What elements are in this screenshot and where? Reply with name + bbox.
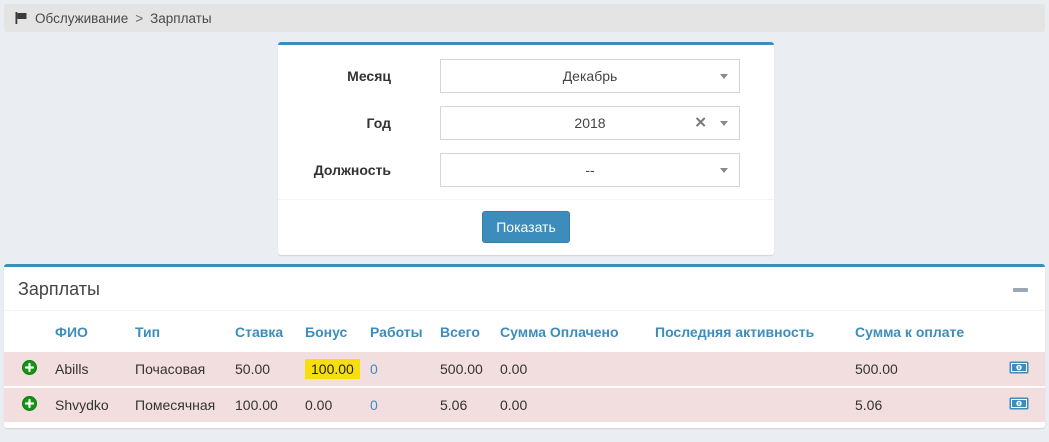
works-link[interactable]: 0 <box>370 397 378 413</box>
header-expand <box>4 311 55 351</box>
salaries-panel-heading: Зарплаты <box>4 267 1045 311</box>
page-title: Зарплаты <box>18 279 100 299</box>
cell-rate: 100.00 <box>235 387 305 422</box>
cell-to-pay: 500.00 <box>855 351 1000 387</box>
filter-footer: Показать <box>278 199 774 255</box>
header-total[interactable]: Всего <box>440 311 500 351</box>
collapse-button[interactable] <box>1011 283 1029 297</box>
header-last-activity[interactable]: Последняя активность <box>655 311 855 351</box>
pay-money-icon[interactable] <box>1009 361 1029 374</box>
cell-rate: 50.00 <box>235 351 305 387</box>
year-select-value: 2018 <box>574 115 605 131</box>
breadcrumb: Обслуживание > Зарплаты <box>4 4 1045 32</box>
year-select[interactable]: 2018 ✕ <box>440 106 740 140</box>
year-label: Год <box>278 115 391 131</box>
header-fio[interactable]: ФИО <box>55 311 135 351</box>
chevron-down-icon <box>720 168 728 173</box>
breadcrumb-separator: > <box>135 11 143 26</box>
clear-icon[interactable]: ✕ <box>694 116 707 131</box>
table-row: Abills Почасовая 50.00 100.00 0 500.00 0… <box>4 351 1045 387</box>
chevron-down-icon <box>720 121 728 126</box>
month-select-value: Декабрь <box>563 68 618 84</box>
cell-to-pay: 5.06 <box>855 387 1000 422</box>
flag-icon <box>14 11 28 25</box>
header-type[interactable]: Тип <box>135 311 235 351</box>
field-row-position: Должность -- <box>278 153 774 187</box>
position-label: Должность <box>278 162 391 178</box>
salaries-table: ФИО Тип Ставка Бонус Работы Всего Сумма … <box>4 311 1045 422</box>
cell-type: Почасовая <box>135 351 235 387</box>
show-button[interactable]: Показать <box>482 211 570 243</box>
filter-panel: Месяц Декабрь Год 2018 ✕ Должность -- По… <box>278 42 774 255</box>
cell-works: 0 <box>370 351 440 387</box>
field-row-year: Год 2018 ✕ <box>278 106 774 140</box>
pay-money-icon[interactable] <box>1009 397 1029 410</box>
cell-type: Помесячная <box>135 387 235 422</box>
cell-works: 0 <box>370 387 440 422</box>
cell-total: 500.00 <box>440 351 500 387</box>
expand-plus-icon[interactable] <box>22 396 37 411</box>
position-select[interactable]: -- <box>440 153 740 187</box>
cell-total: 5.06 <box>440 387 500 422</box>
table-row: Shvydko Помесячная 100.00 0.00 0 5.06 0.… <box>4 387 1045 422</box>
cell-fio: Abills <box>55 351 135 387</box>
header-paid[interactable]: Сумма Оплачено <box>500 311 655 351</box>
cell-paid: 0.00 <box>500 387 655 422</box>
breadcrumb-item-salaries: Зарплаты <box>150 11 211 26</box>
cell-bonus: 100.00 <box>305 351 370 387</box>
breadcrumb-item-maintenance[interactable]: Обслуживание <box>35 11 128 26</box>
cell-paid: 0.00 <box>500 351 655 387</box>
month-select[interactable]: Декабрь <box>440 59 740 93</box>
works-link[interactable]: 0 <box>370 361 378 377</box>
field-row-month: Месяц Декабрь <box>278 59 774 93</box>
salaries-panel: Зарплаты ФИО Тип Ставка Бонус Работы Все… <box>4 264 1045 428</box>
position-select-value: -- <box>585 162 594 178</box>
minus-icon <box>1013 288 1028 292</box>
cell-bonus: 0.00 <box>305 387 370 422</box>
cell-last-activity <box>655 351 855 387</box>
table-header-row: ФИО Тип Ставка Бонус Работы Всего Сумма … <box>4 311 1045 351</box>
header-works[interactable]: Работы <box>370 311 440 351</box>
header-actions <box>1000 311 1045 351</box>
header-to-pay[interactable]: Сумма к оплате <box>855 311 1000 351</box>
month-label: Месяц <box>278 68 391 84</box>
expand-plus-icon[interactable] <box>22 360 37 375</box>
header-rate[interactable]: Ставка <box>235 311 305 351</box>
chevron-down-icon <box>720 74 728 79</box>
header-bonus[interactable]: Бонус <box>305 311 370 351</box>
cell-last-activity <box>655 387 855 422</box>
bonus-highlight: 100.00 <box>305 359 360 379</box>
cell-fio: Shvydko <box>55 387 135 422</box>
